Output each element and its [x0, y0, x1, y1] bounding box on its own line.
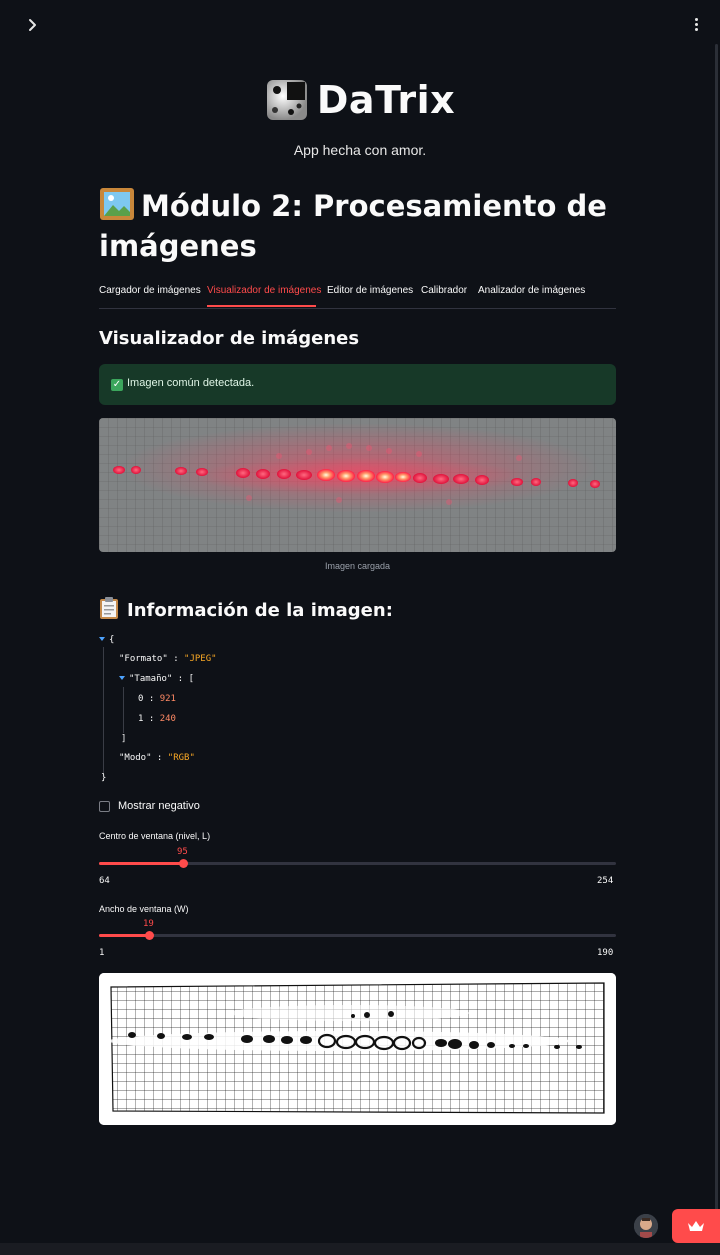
app-title: DaTrix — [316, 78, 456, 122]
json-root-open[interactable]: { — [99, 635, 114, 645]
tab-bar: Cargador de imágenes Visualizador de imá… — [99, 278, 616, 309]
center-slider-thumb[interactable] — [179, 859, 188, 868]
page-scrollbar[interactable] — [715, 44, 718, 1240]
json-guide — [123, 687, 124, 733]
json-value: "RGB" — [167, 753, 195, 763]
center-slider-max: 254 — [597, 876, 614, 886]
bottom-bar — [0, 1243, 720, 1255]
processed-image — [99, 973, 616, 1125]
collapse-toggle-icon[interactable] — [119, 676, 125, 680]
info-title-text: Información de la imagen: — [127, 600, 393, 621]
loaded-image — [99, 418, 616, 552]
active-tab-indicator — [207, 305, 316, 307]
clipboard-icon — [100, 597, 118, 619]
tab-cargador[interactable]: Cargador de imágenes — [99, 285, 201, 296]
module-title-text: Módulo 2: Procesamiento de imágenes — [99, 189, 607, 263]
tab-analizador[interactable]: Analizador de imágenes — [478, 285, 585, 296]
kebab-menu-icon[interactable] — [690, 14, 702, 34]
crown-icon — [688, 1221, 704, 1231]
avatar[interactable] — [634, 1214, 658, 1238]
success-alert: ✓ Imagen común detectada. — [99, 364, 616, 405]
json-value: "JPEG" — [184, 654, 217, 664]
checkbox-box[interactable] — [99, 800, 110, 812]
tab-visualizador[interactable]: Visualizador de imágenes — [207, 285, 321, 296]
center-slider-label: Centro de ventana (nivel, L) — [99, 831, 211, 841]
json-format-row: "Formato" : "JPEG" — [119, 654, 217, 664]
json-size-row[interactable]: "Tamaño" : [ — [119, 674, 194, 684]
json-key: "Tamaño" — [129, 674, 173, 684]
json-size-item: 0 : 921 — [138, 694, 176, 704]
checkbox-label: Mostrar negativo — [118, 800, 200, 812]
width-slider-fill — [99, 934, 149, 937]
tab-editor[interactable]: Editor de imágenes — [327, 285, 413, 296]
width-slider-value: 19 — [143, 919, 154, 929]
json-value: 921 — [159, 694, 176, 704]
center-slider-fill — [99, 862, 183, 865]
app-logo-icon — [266, 80, 307, 120]
width-slider-track[interactable] — [99, 931, 616, 940]
negative-checkbox[interactable]: Mostrar negativo — [99, 800, 200, 812]
info-title: Información de la imagen: — [99, 596, 393, 621]
json-size-item: 1 : 240 — [138, 714, 176, 724]
check-icon: ✓ — [111, 379, 123, 391]
width-slider-label: Ancho de ventana (W) — [99, 904, 189, 914]
image-caption: Imagen cargada — [324, 561, 391, 571]
json-key: "Modo" — [119, 753, 152, 763]
center-slider-value: 95 — [177, 847, 188, 857]
app-header: DaTrix — [0, 78, 720, 122]
width-slider-min: 1 — [99, 948, 105, 958]
json-index: 0 — [138, 694, 144, 704]
width-slider-thumb[interactable] — [145, 931, 154, 940]
alert-text: Imagen común detectada. — [127, 377, 255, 389]
framed-picture-icon — [100, 188, 134, 220]
width-slider-max: 190 — [597, 948, 614, 958]
json-root-close: } — [101, 773, 107, 783]
thresholded-photo — [99, 973, 616, 1125]
deploy-button[interactable] — [672, 1209, 720, 1243]
json-guide — [103, 647, 104, 777]
json-value: 240 — [159, 714, 176, 724]
laser-photo — [99, 418, 616, 552]
json-key: "Formato" — [119, 654, 168, 664]
center-slider-min: 64 — [99, 876, 110, 886]
json-mode-row: "Modo" : "RGB" — [119, 753, 195, 763]
module-title: Módulo 2: Procesamiento de imágenes — [99, 186, 619, 266]
collapse-toggle-icon[interactable] — [99, 637, 105, 641]
json-index: 1 — [138, 714, 144, 724]
json-size-close: ] — [121, 734, 127, 744]
section-title: Visualizador de imágenes — [99, 328, 360, 349]
app-subtitle: App hecha con amor. — [293, 142, 427, 158]
tab-calibrador[interactable]: Calibrador — [421, 285, 467, 296]
center-slider-track[interactable] — [99, 859, 616, 868]
chevron-right-icon[interactable] — [24, 16, 42, 34]
